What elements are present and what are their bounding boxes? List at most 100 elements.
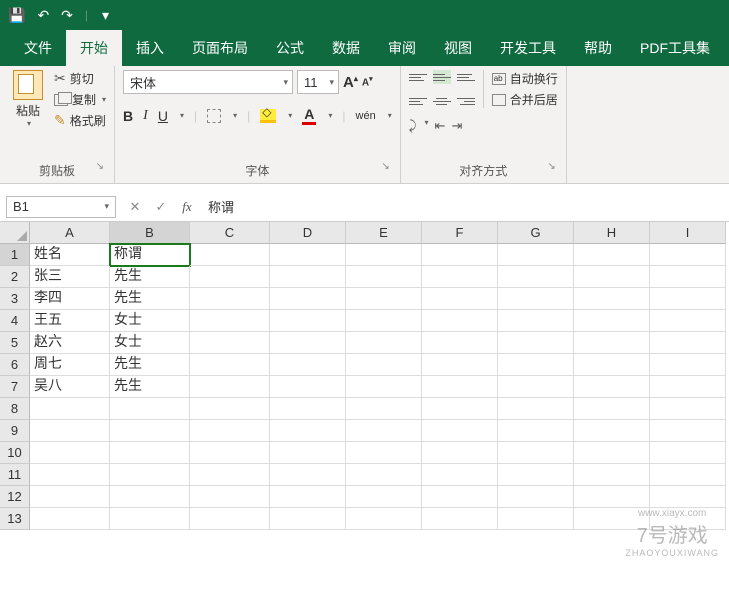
- cell[interactable]: [190, 486, 270, 508]
- cell[interactable]: [422, 332, 498, 354]
- borders-button[interactable]: [207, 109, 221, 123]
- confirm-icon[interactable]: ✓: [148, 199, 174, 215]
- cell[interactable]: [574, 266, 650, 288]
- cell[interactable]: [498, 464, 574, 486]
- column-header[interactable]: B: [110, 222, 190, 244]
- cell[interactable]: [30, 464, 110, 486]
- tab-file[interactable]: 文件: [10, 30, 66, 66]
- cell[interactable]: [650, 244, 726, 266]
- cell[interactable]: [650, 398, 726, 420]
- align-left-icon[interactable]: [409, 94, 427, 108]
- cell[interactable]: [498, 288, 574, 310]
- cell[interactable]: [498, 332, 574, 354]
- cell[interactable]: [270, 354, 346, 376]
- cell[interactable]: [110, 442, 190, 464]
- select-all-corner[interactable]: [0, 222, 30, 244]
- column-header[interactable]: C: [190, 222, 270, 244]
- align-launcher-icon[interactable]: ↘: [547, 161, 555, 172]
- cell[interactable]: [574, 420, 650, 442]
- cell[interactable]: [574, 332, 650, 354]
- cell[interactable]: [422, 420, 498, 442]
- formula-input[interactable]: 称谓: [200, 197, 729, 216]
- borders-dropdown-icon[interactable]: ▾: [233, 111, 237, 120]
- cell[interactable]: [422, 266, 498, 288]
- cell[interactable]: [346, 464, 422, 486]
- increase-font-icon[interactable]: A▴: [343, 74, 358, 91]
- cell[interactable]: 称谓: [110, 244, 190, 266]
- cell[interactable]: 姓名: [30, 244, 110, 266]
- cell[interactable]: [270, 464, 346, 486]
- row-header[interactable]: 2: [0, 266, 30, 288]
- cell[interactable]: [346, 508, 422, 530]
- cell[interactable]: 周七: [30, 354, 110, 376]
- cell[interactable]: [190, 420, 270, 442]
- cell[interactable]: 先生: [110, 354, 190, 376]
- font-name-combo[interactable]: 宋体 ▾: [123, 70, 293, 94]
- cell[interactable]: [422, 508, 498, 530]
- increase-indent-icon[interactable]: ⇥: [451, 118, 462, 134]
- cell[interactable]: [190, 288, 270, 310]
- tab-insert[interactable]: 插入: [122, 30, 178, 66]
- align-center-icon[interactable]: [433, 94, 451, 108]
- cell[interactable]: [30, 442, 110, 464]
- cell[interactable]: 张三: [30, 266, 110, 288]
- orientation-dropdown-icon[interactable]: ▾: [425, 118, 429, 134]
- cell[interactable]: [270, 486, 346, 508]
- cell[interactable]: [110, 398, 190, 420]
- cell[interactable]: [574, 486, 650, 508]
- cell[interactable]: [30, 398, 110, 420]
- cell[interactable]: 赵六: [30, 332, 110, 354]
- column-header[interactable]: E: [346, 222, 422, 244]
- cell[interactable]: 先生: [110, 376, 190, 398]
- paste-dropdown-icon[interactable]: ▾: [27, 119, 31, 128]
- tab-pdf[interactable]: PDF工具集: [626, 30, 724, 66]
- cell[interactable]: [574, 398, 650, 420]
- tab-review[interactable]: 审阅: [374, 30, 430, 66]
- cell[interactable]: [190, 376, 270, 398]
- phonetic-button[interactable]: wén: [356, 110, 376, 122]
- font-launcher-icon[interactable]: ↘: [381, 161, 389, 172]
- column-header[interactable]: F: [422, 222, 498, 244]
- cell[interactable]: [270, 266, 346, 288]
- cell[interactable]: [270, 310, 346, 332]
- cell[interactable]: [422, 464, 498, 486]
- fontcolor-dropdown-icon[interactable]: ▾: [328, 111, 332, 120]
- decrease-indent-icon[interactable]: ⇤: [435, 118, 446, 134]
- paste-button[interactable]: 粘贴 ▾: [8, 70, 48, 128]
- cell[interactable]: [498, 376, 574, 398]
- tab-home[interactable]: 开始: [66, 30, 122, 66]
- phonetic-dropdown-icon[interactable]: ▾: [388, 111, 392, 120]
- cell[interactable]: [346, 442, 422, 464]
- italic-button[interactable]: I: [143, 108, 148, 124]
- cell[interactable]: 先生: [110, 266, 190, 288]
- align-top-icon[interactable]: [409, 70, 427, 84]
- cell[interactable]: [422, 354, 498, 376]
- undo-icon[interactable]: ↶: [37, 7, 49, 24]
- cell[interactable]: [422, 244, 498, 266]
- align-bottom-icon[interactable]: [457, 70, 475, 84]
- align-middle-icon[interactable]: [433, 70, 451, 84]
- cell[interactable]: [190, 310, 270, 332]
- cell[interactable]: [650, 310, 726, 332]
- cell[interactable]: [270, 398, 346, 420]
- cell[interactable]: [422, 310, 498, 332]
- cell[interactable]: [30, 508, 110, 530]
- tab-data[interactable]: 数据: [318, 30, 374, 66]
- cell[interactable]: [30, 486, 110, 508]
- copy-button[interactable]: 复制 ▾: [54, 91, 106, 108]
- cell[interactable]: 李四: [30, 288, 110, 310]
- orientation-icon[interactable]: ⤸: [409, 118, 417, 134]
- cell[interactable]: [270, 442, 346, 464]
- fx-icon[interactable]: fx: [174, 199, 200, 215]
- cell[interactable]: 王五: [30, 310, 110, 332]
- cell[interactable]: [650, 464, 726, 486]
- underline-button[interactable]: U: [158, 108, 168, 124]
- save-icon[interactable]: 💾: [8, 7, 25, 24]
- cell[interactable]: [650, 288, 726, 310]
- clipboard-launcher-icon[interactable]: ↘: [96, 161, 104, 172]
- cancel-icon[interactable]: ✕: [122, 199, 148, 215]
- cell[interactable]: [574, 442, 650, 464]
- cell[interactable]: [270, 332, 346, 354]
- cell[interactable]: [650, 486, 726, 508]
- cell[interactable]: [498, 508, 574, 530]
